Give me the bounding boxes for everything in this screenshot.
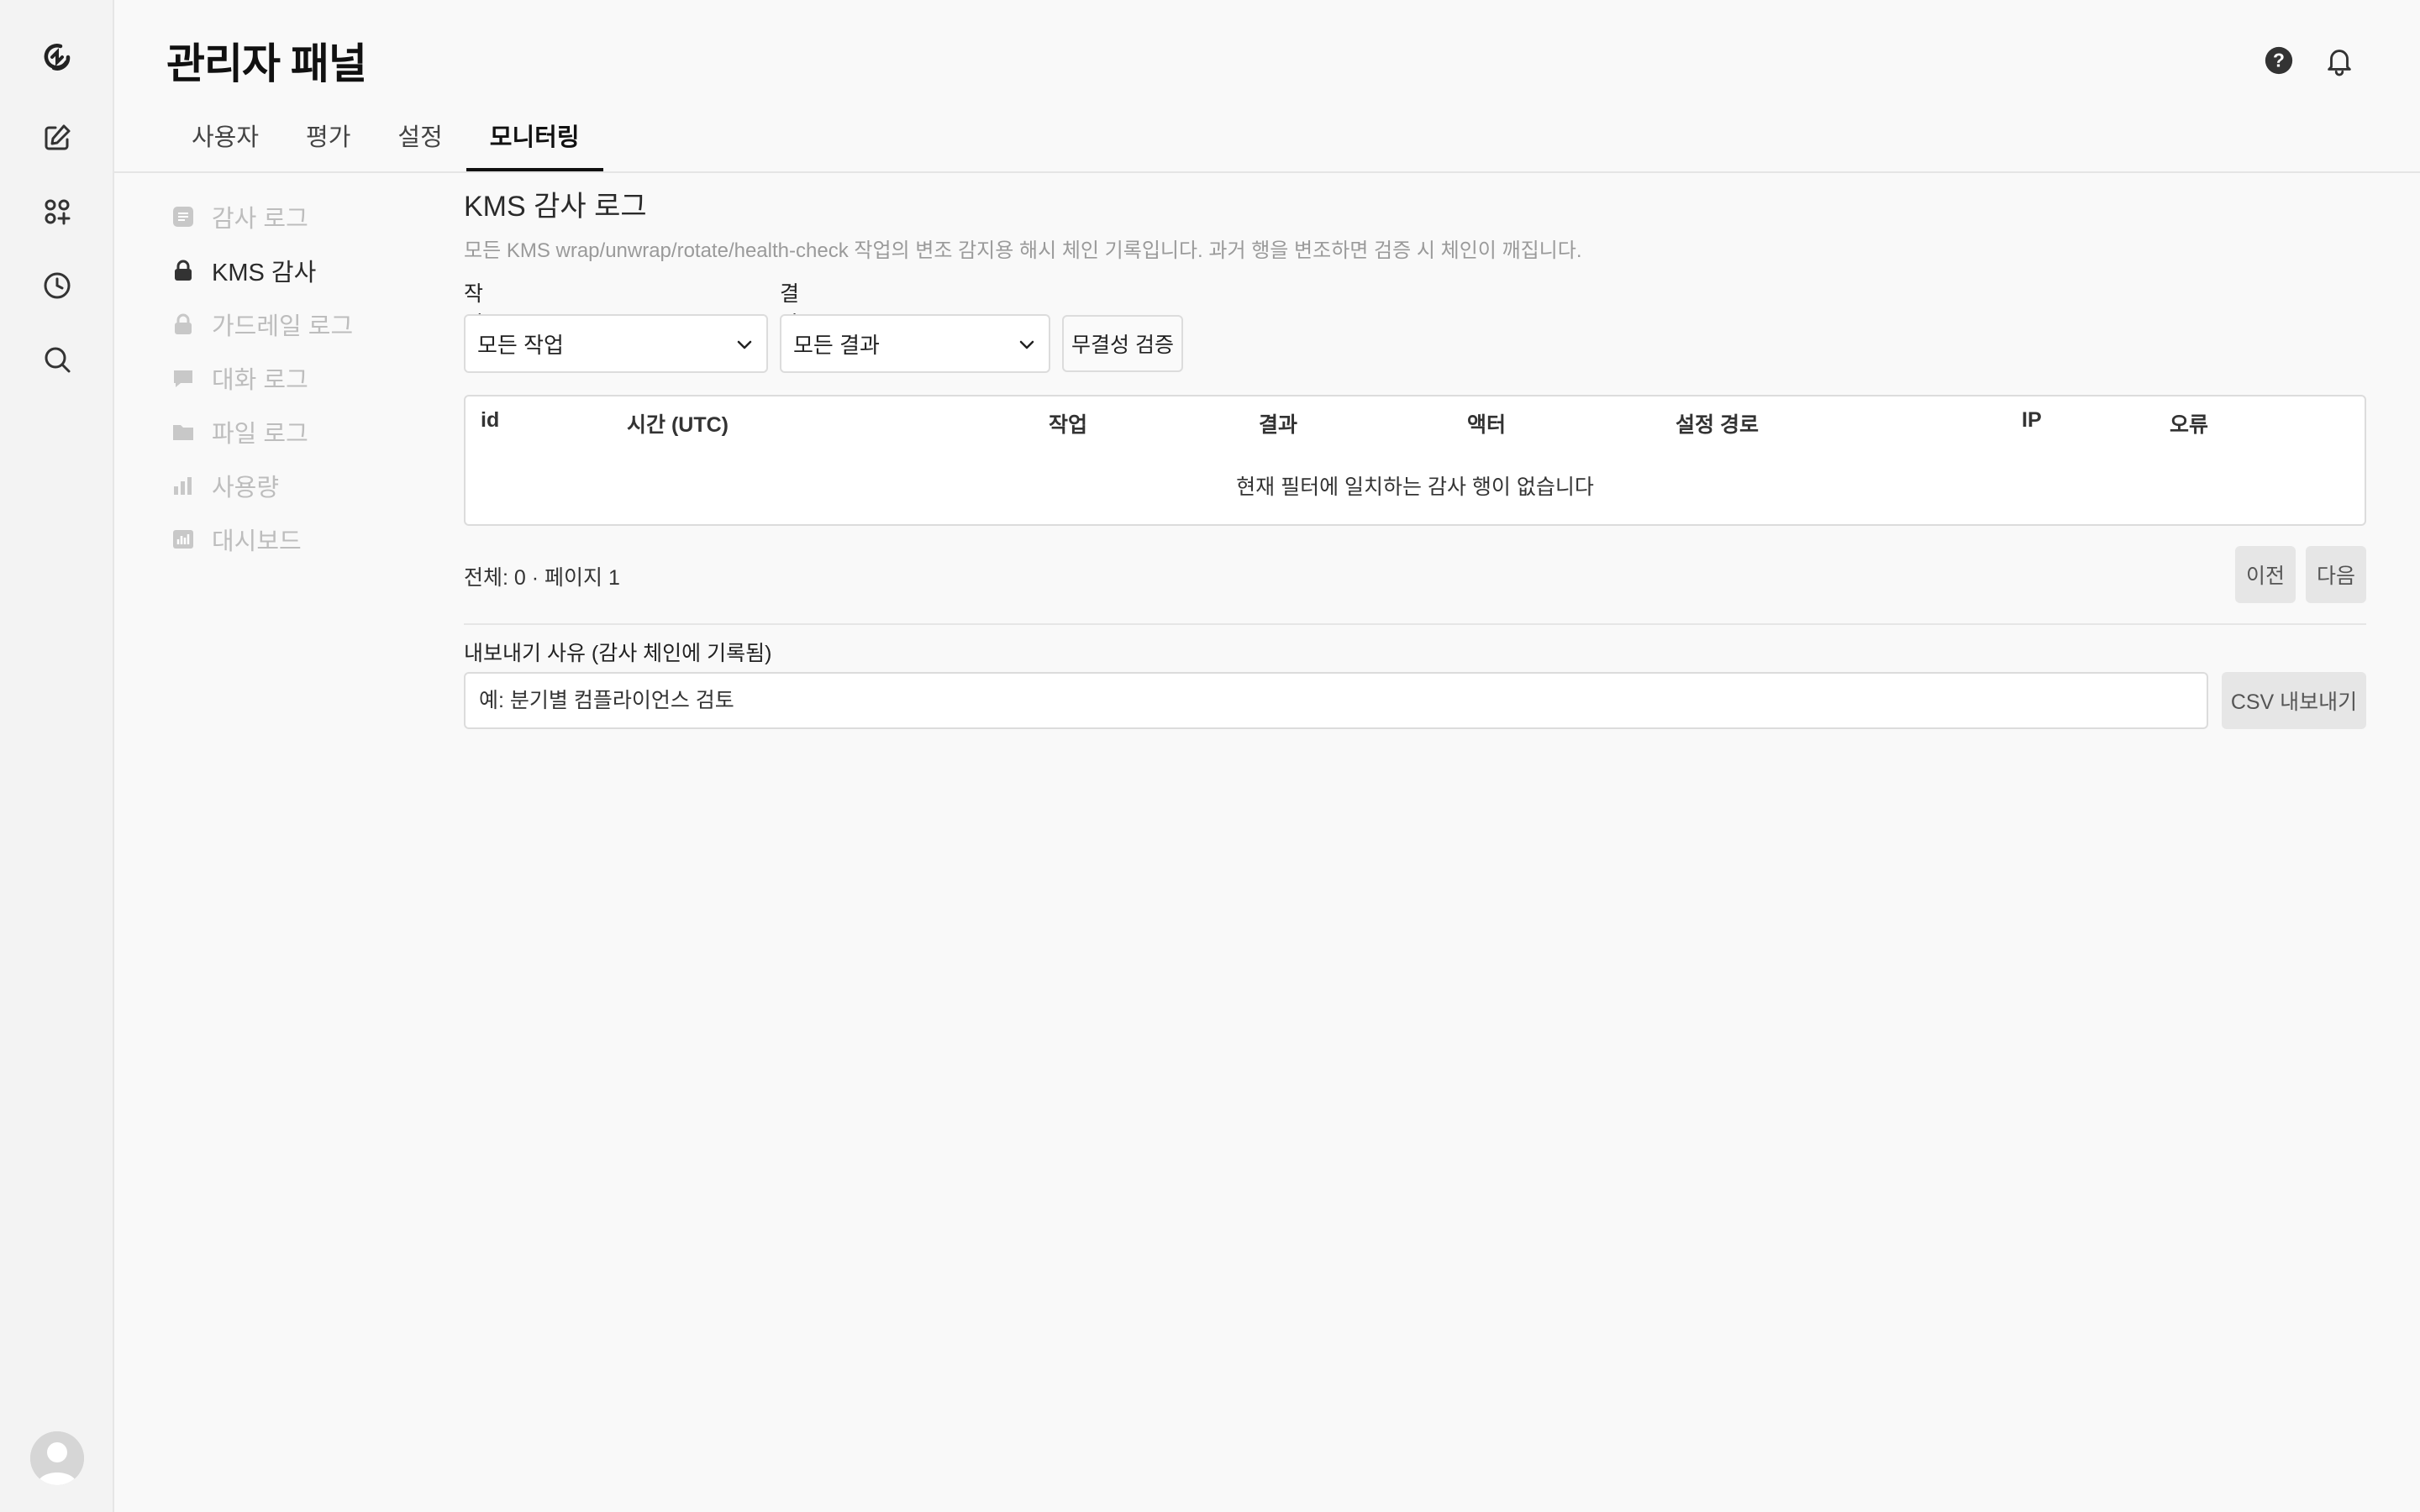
lock-icon [171, 312, 195, 336]
pagination-summary: 전체: 0 · 페이지 1 [464, 566, 620, 590]
column-header[interactable]: 오류 [2170, 408, 2208, 438]
subnav-item-dashboard[interactable]: 대시보드 [171, 512, 449, 566]
chat-bubble-icon [171, 366, 195, 390]
subnav-item-label: 파일 로그 [212, 421, 308, 448]
header-divider [114, 171, 2420, 173]
result-filter-select[interactable]: 모든 결과 [780, 314, 1050, 373]
column-header[interactable]: 액터 [1467, 408, 1506, 438]
page-title: 관리자 패널 [166, 40, 367, 87]
tab-monitoring[interactable]: 모니터링 [466, 101, 603, 171]
subnav-item-label: KMS 감사 [212, 260, 317, 286]
verify-integrity-button[interactable]: 무결성 검증 [1062, 315, 1183, 372]
left-rail [0, 0, 114, 1512]
column-header[interactable]: 작업 [1049, 408, 1087, 438]
export-reason-input[interactable] [464, 672, 2208, 729]
subnav-item-guardrail-log[interactable]: 가드레일 로그 [171, 297, 449, 351]
subnav-item-audit-log[interactable]: 감사 로그 [171, 190, 449, 244]
column-header[interactable]: 설정 경로 [1676, 408, 1759, 438]
export-reason-label: 내보내기 사유 (감사 체인에 기록됨) [464, 642, 772, 665]
bar-chart-icon [171, 474, 195, 497]
operation-filter-select[interactable]: 모든 작업 [464, 314, 768, 373]
search-icon[interactable] [37, 339, 77, 380]
chevron-down-icon [737, 340, 752, 349]
bell-icon[interactable] [2321, 42, 2358, 79]
section-title: KMS 감사 로그 [464, 191, 647, 223]
chevron-down-icon [1019, 340, 1034, 349]
monitoring-subnav: 감사 로그 KMS 감사 가드레일 로그 대화 로그 파일 로그 사용량 대시보… [171, 190, 449, 566]
subnav-item-label: 대시보드 [212, 528, 302, 555]
column-header[interactable]: IP [2022, 408, 2042, 433]
svg-text:?: ? [2273, 50, 2285, 71]
document-icon [171, 205, 195, 228]
next-page-button[interactable]: 다음 [2306, 546, 2366, 603]
section-description: 모든 KMS wrap/unwrap/rotate/health-check 작… [464, 239, 1582, 262]
prev-page-button[interactable]: 이전 [2235, 546, 2296, 603]
kms-audit-panel: KMS 감사 로그 모든 KMS wrap/unwrap/rotate/heal… [464, 186, 2366, 729]
folder-icon [171, 420, 195, 444]
tab-evaluations[interactable]: 평가 [282, 101, 374, 171]
audit-table: id 시간 (UTC) 작업 결과 액터 설정 경로 IP 오류 현재 필터에 … [464, 395, 2366, 526]
section-divider [464, 623, 2366, 625]
subnav-item-file-log[interactable]: 파일 로그 [171, 405, 449, 459]
subnav-item-label: 사용량 [212, 475, 280, 501]
tab-users[interactable]: 사용자 [168, 101, 282, 171]
subnav-item-label: 대화 로그 [212, 367, 308, 394]
subnav-item-label: 감사 로그 [212, 206, 308, 233]
operation-filter-value: 모든 작업 [477, 332, 564, 358]
workspace-icon[interactable] [37, 192, 77, 232]
csv-export-button[interactable]: CSV 내보내기 [2222, 672, 2366, 729]
help-circle-icon[interactable]: ? [2260, 42, 2297, 79]
dashboard-icon [171, 528, 195, 551]
column-header[interactable]: id [481, 408, 499, 433]
admin-tabs: 사용자 평가 설정 모니터링 [168, 101, 603, 171]
logo-icon[interactable] [37, 37, 77, 77]
new-chat-icon[interactable] [37, 118, 77, 158]
empty-table-message: 현재 필터에 일치하는 감사 행이 없습니다 [1236, 475, 1594, 499]
column-header[interactable]: 결과 [1259, 408, 1297, 438]
subnav-item-usage[interactable]: 사용량 [171, 459, 449, 512]
subnav-item-chat-log[interactable]: 대화 로그 [171, 351, 449, 405]
subnav-item-label: 가드레일 로그 [212, 313, 354, 340]
subnav-item-kms-audit[interactable]: KMS 감사 [171, 244, 449, 297]
history-icon[interactable] [37, 265, 77, 306]
column-header[interactable]: 시간 (UTC) [627, 408, 729, 438]
user-avatar-icon[interactable] [30, 1431, 84, 1485]
tab-settings[interactable]: 설정 [374, 101, 466, 171]
lock-icon [171, 259, 195, 282]
result-filter-value: 모든 결과 [793, 332, 880, 358]
